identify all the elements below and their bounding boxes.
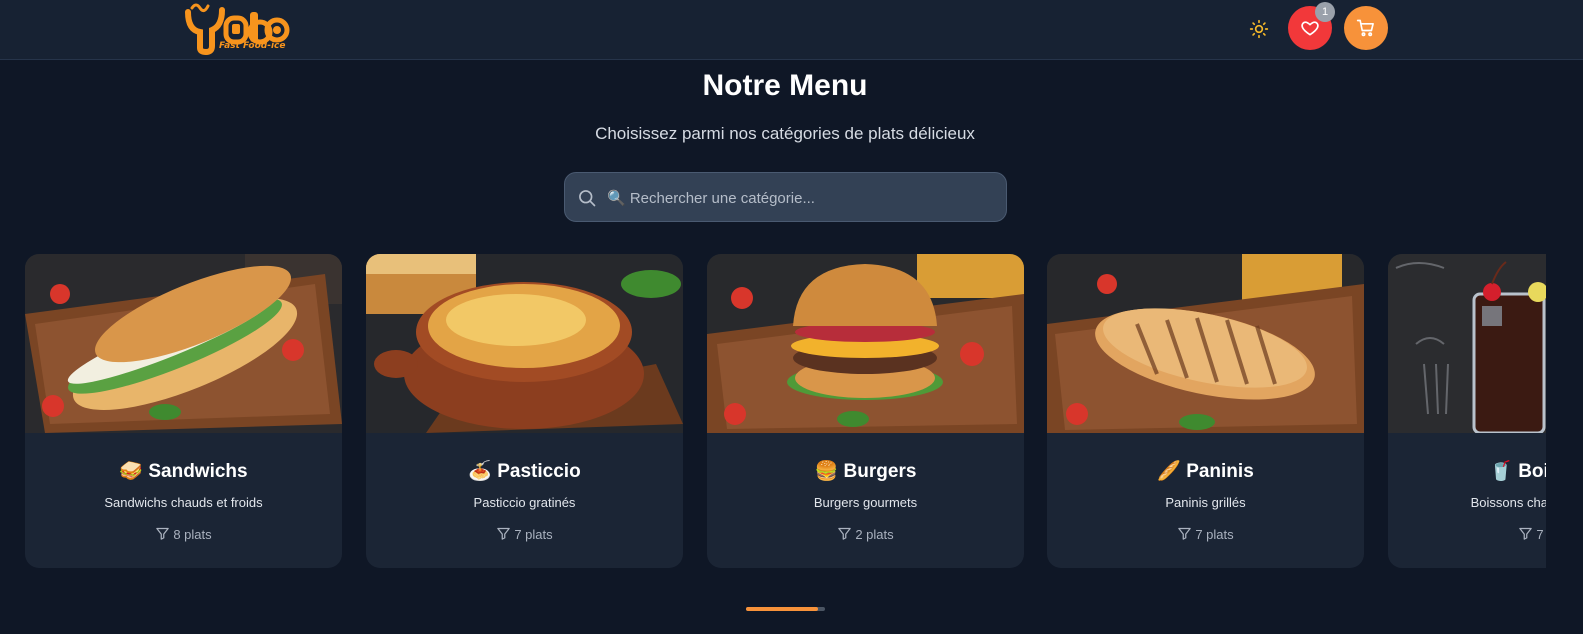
- category-count: 8 plats: [25, 526, 342, 542]
- category-title: 🥤 Boissons: [1489, 461, 1546, 482]
- category-card-sandwichs[interactable]: 🥪 Sandwichs Sandwichs chauds et froids 8…: [25, 254, 342, 568]
- panini-photo: [1047, 254, 1364, 433]
- brand-tagline: Fast Food-ice: [219, 41, 286, 51]
- filter-icon: [156, 527, 170, 540]
- cart-button[interactable]: [1344, 6, 1388, 50]
- category-description: Sandwichs chauds et froids: [104, 495, 263, 510]
- category-search-box: [564, 172, 1007, 222]
- category-description: Boissons chaudes, froides: [1470, 495, 1546, 510]
- category-description: Pasticcio gratinés: [473, 495, 576, 510]
- category-title: 🥪 Sandwichs: [119, 461, 248, 482]
- sandwich-emoji-icon: 🥪: [119, 461, 144, 482]
- filter-icon: [1178, 527, 1192, 540]
- category-count: 7 plats: [1388, 526, 1546, 542]
- category-count: 2 plats: [707, 526, 1024, 542]
- filter-icon: [497, 527, 511, 540]
- top-navbar: Fast Food-ice 1: [0, 0, 1583, 60]
- category-card-pasticcio[interactable]: 🍝 Pasticcio Pasticcio gratinés 7 plats: [366, 254, 683, 568]
- burger-emoji-icon: 🍔: [814, 461, 839, 482]
- pasticcio-emoji-icon: 🍝: [468, 461, 492, 482]
- heart-icon: [1301, 21, 1319, 36]
- burger-photo: [707, 254, 1024, 433]
- theme-toggle-button[interactable]: [1244, 14, 1274, 44]
- category-carousel[interactable]: 🥪 Sandwichs Sandwichs chauds et froids 8…: [0, 254, 1546, 574]
- page-subtitle: Choisissez parmi nos catégories de plats…: [595, 124, 975, 143]
- category-search-input[interactable]: [607, 183, 997, 213]
- cart-icon: [1356, 19, 1374, 37]
- favorites-count-badge: 1: [1315, 2, 1335, 22]
- drink-emoji-icon: 🥤: [1489, 461, 1513, 482]
- carousel-scroll-indicator[interactable]: [746, 607, 825, 611]
- category-description: Burgers gourmets: [813, 495, 918, 510]
- category-title: 🍝 Pasticcio: [468, 461, 581, 482]
- category-title: 🥖 Paninis: [1157, 461, 1254, 482]
- page-title: Notre Menu: [702, 69, 868, 102]
- category-count: 7 plats: [1047, 526, 1364, 542]
- panini-emoji-icon: 🥖: [1157, 461, 1181, 482]
- carousel-scroll-thumb[interactable]: [746, 607, 818, 611]
- category-card-boissons[interactable]: 🥤 Boissons Boissons chaudes, froides 7 p…: [1388, 254, 1546, 568]
- category-card-paninis[interactable]: 🥖 Paninis Paninis grillés 7 plats: [1047, 254, 1364, 568]
- filter-icon: [838, 527, 852, 540]
- category-description: Paninis grillés: [1165, 495, 1246, 510]
- category-title: 🍔 Burgers: [814, 461, 917, 482]
- category-count: 7 plats: [366, 526, 683, 542]
- drinks-photo: [1388, 254, 1546, 433]
- filter-icon: [1519, 527, 1533, 540]
- pasticcio-photo: [366, 254, 683, 433]
- category-card-burgers[interactable]: 🍔 Burgers Burgers gourmets 2 plats: [707, 254, 1024, 568]
- search-icon: [579, 190, 596, 207]
- sandwich-photo: [25, 254, 342, 433]
- sun-icon: [1249, 19, 1269, 39]
